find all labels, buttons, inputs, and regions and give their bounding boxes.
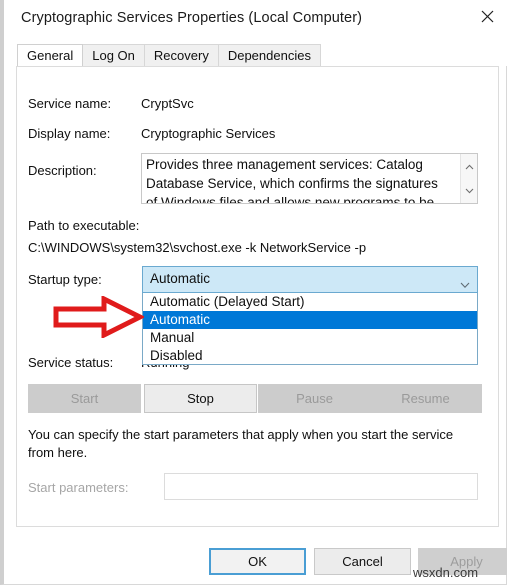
window-frame: Cryptographic Services Properties (Local… (0, 0, 507, 585)
startup-option-automatic[interactable]: Automatic (143, 311, 477, 329)
start-parameters-label: Start parameters: (28, 480, 129, 495)
service-name-label: Service name: (28, 96, 112, 111)
startup-type-label: Startup type: (28, 272, 102, 287)
tab-row: General Log On Recovery Dependencies (17, 44, 321, 66)
title-bar: Cryptographic Services Properties (Local… (8, 0, 507, 38)
start-parameters-note: You can specify the start parameters tha… (28, 427, 454, 460)
startup-type-combobox[interactable]: Automatic (142, 266, 478, 293)
chevron-down-icon (460, 276, 470, 294)
description-textbox[interactable]: Provides three management services: Cata… (141, 153, 478, 204)
description-value: Provides three management services: Cata… (146, 157, 438, 204)
startup-type-selected-value: Automatic (150, 271, 211, 286)
display-name-label: Display name: (28, 126, 111, 141)
service-status-label: Service status: (28, 355, 114, 370)
tab-dependencies[interactable]: Dependencies (217, 44, 321, 66)
services-properties-dialog: Cryptographic Services Properties (Local… (0, 0, 507, 585)
close-icon[interactable] (464, 0, 507, 32)
start-service-button[interactable]: Start (28, 384, 141, 413)
display-name-value: Cryptographic Services (141, 126, 276, 141)
startup-type-dropdown-list[interactable]: Automatic (Delayed Start) Automatic Manu… (142, 293, 478, 365)
pause-service-button[interactable]: Pause (258, 384, 371, 413)
chevron-up-icon[interactable] (461, 158, 477, 175)
tab-strip: General Log On Recovery Dependencies (8, 38, 507, 66)
tab-general[interactable]: General (17, 44, 84, 66)
cancel-button[interactable]: Cancel (314, 548, 411, 575)
startup-option-automatic-delayed-start[interactable]: Automatic (Delayed Start) (143, 293, 477, 311)
watermark-text: wsxdn.com (413, 565, 479, 580)
description-scrollbar[interactable] (460, 154, 477, 203)
service-name-value: CryptSvc (141, 96, 194, 111)
start-parameters-input[interactable] (164, 473, 478, 500)
tab-recovery[interactable]: Recovery (143, 44, 219, 66)
description-label: Description: (28, 163, 97, 178)
window-title: Cryptographic Services Properties (Local… (21, 10, 363, 26)
ok-button[interactable]: OK (209, 548, 306, 575)
path-to-executable-label: Path to executable: (28, 218, 140, 233)
stop-service-button[interactable]: Stop (144, 384, 257, 413)
startup-option-disabled[interactable]: Disabled (143, 347, 477, 365)
tab-log-on[interactable]: Log On (82, 44, 145, 66)
resume-service-button[interactable]: Resume (369, 384, 482, 413)
startup-option-manual[interactable]: Manual (143, 329, 477, 347)
path-to-executable-value: C:\WINDOWS\system32\svchost.exe -k Netwo… (28, 240, 367, 255)
chevron-down-icon[interactable] (461, 182, 477, 199)
